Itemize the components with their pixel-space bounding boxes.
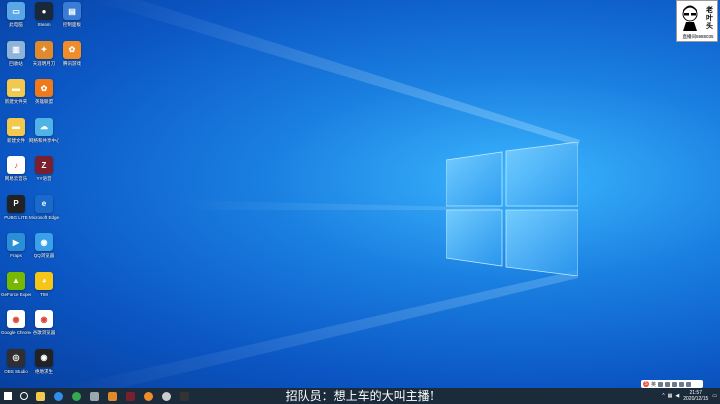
app-icon: ☁ [35, 117, 53, 136]
app-icon: ▬ [7, 117, 25, 136]
desktop-icon[interactable]: P PUBG LITE [2, 194, 30, 229]
desktop-icon[interactable]: ▭ 此电脑 [2, 2, 30, 36]
ime-toolbar[interactable]: S 英 [641, 380, 703, 388]
streamer-avatar: 老叶头 直播间5988035 [676, 0, 718, 42]
app-icon: ◉ [35, 310, 53, 328]
desktop-icon-label: 控制面板 [63, 22, 81, 27]
desktop-icon[interactable]: ◉ Google Chrome [1, 310, 31, 344]
stream-subtitle: 招队员：想上车的大叫主播! [285, 389, 435, 403]
desktop-icon[interactable]: ☁ 网络和共享中心 [29, 117, 59, 152]
desktop-icon[interactable]: ◉ 绝地求生 [30, 348, 58, 383]
desktop-icon-label: 回收站 [9, 60, 23, 66]
app-icon: P [7, 194, 25, 213]
ime-emoji-icon[interactable] [665, 381, 671, 387]
desktop-icon-label: 英雄联盟 [35, 99, 53, 104]
ime-punct-icon[interactable] [658, 381, 664, 387]
notification-icon[interactable]: ▭ [712, 393, 717, 399]
desktop-icon[interactable]: ✦ 天涯明月刀 [30, 40, 58, 75]
app-icon: e [35, 194, 53, 213]
desktop-icon[interactable]: ▥ 回收站 [2, 40, 30, 75]
desktop-icon-label: 绝地求生 [35, 368, 53, 374]
app-icon: ▶ [7, 233, 25, 251]
desktop-icon[interactable]: ▶ Fraps [2, 233, 30, 267]
app-icon: ▲ [7, 271, 25, 290]
desktop-icon-label: 新建文件夹 [4, 99, 28, 104]
desktop-icon[interactable]: ◎ OBS Studio [2, 348, 30, 383]
desktop-icon-label: YY语音 [36, 176, 52, 181]
app-icon: Z [35, 156, 53, 174]
desktop-icon-label: 网络和共享中心 [29, 137, 59, 143]
volume-icon[interactable]: ◀ [675, 393, 679, 399]
app-icon: ▥ [7, 40, 25, 59]
desktop-icon-label: 天涯明月刀 [32, 60, 56, 66]
desktop-icon[interactable]: ✿ 英雄联盟 [30, 79, 58, 113]
network-icon[interactable]: ▦ [668, 393, 673, 399]
sogou-icon[interactable]: S [643, 381, 649, 387]
app-icon: ✿ [35, 79, 53, 97]
app-icon: ✦ [35, 40, 53, 59]
app-icon: ◎ [7, 348, 25, 367]
desktop-icon[interactable]: ▲GeForce Experience [1, 271, 31, 306]
desktop-icon-label: Steam [37, 22, 51, 27]
clock-date: 2020/12/15 [683, 396, 709, 402]
ime-menu-icon[interactable] [686, 381, 692, 387]
desktop-icon[interactable]: ● Steam [30, 2, 58, 36]
streamer-name: 老叶头 [706, 7, 713, 30]
app-icon: ◉ [7, 310, 25, 328]
desktop-icon[interactable]: Z YY语音 [30, 156, 58, 190]
app-icon: ✿ [63, 40, 81, 59]
app-icon: ◉ [35, 233, 53, 251]
cartoon-face-icon [682, 5, 698, 31]
app-icon: ▭ [7, 2, 25, 20]
desktop-icon[interactable]: ▤ 控制面板 [58, 2, 86, 36]
desktop-icon-label: 此电脑 [9, 22, 23, 27]
desktop-icon[interactable]: ◕ TIM [30, 271, 58, 306]
desktop-icon[interactable]: ✿ 腾讯游戏 [58, 40, 86, 75]
tray-chevron-icon[interactable]: ^ [662, 393, 664, 399]
ime-mode[interactable]: 英 [651, 381, 656, 388]
desktop-icon[interactable]: ◉ QQ浏览器 [30, 233, 58, 267]
desktop-icon-label: PUBG LITE [4, 214, 28, 220]
system-tray: ^ ▦ ◀ 21:57 2020/12/15 ▭ [662, 388, 720, 404]
desktop-icon[interactable]: e Microsoft Edge [29, 194, 59, 229]
ime-keyboard-icon[interactable] [672, 381, 678, 387]
desktop-icon-label: OBS Studio [4, 368, 28, 374]
desktop-icon[interactable]: ▬ 新建文件夹 [2, 79, 30, 113]
clock[interactable]: 21:57 2020/12/15 [683, 390, 708, 402]
app-icon: ● [35, 2, 53, 20]
app-icon: ▤ [63, 2, 81, 20]
desktop-icon-label: 谷歌浏览器 [32, 330, 56, 335]
desktop-icon-label: QQ浏览器 [33, 253, 55, 258]
desktop-icon[interactable]: ♪ 网易云音乐 [2, 156, 30, 190]
desktop-icon-label: 网易云音乐 [4, 176, 28, 181]
app-icon: ▬ [7, 79, 25, 97]
desktop-icon-label: Google Chrome [1, 330, 31, 335]
app-icon: ◕ [35, 271, 53, 290]
desktop-icon-label: 腾讯游戏 [63, 60, 81, 66]
desktop: ▭ 此电脑 ● Steam ▤ 控制面板 ▥ 回收站 ✦ 天涯明月刀 ✿ 腾讯游戏 ▬ 新建文件夹 ✿ 英雄联… [0, 0, 720, 388]
desktop-icon-label: Fraps [10, 253, 22, 258]
desktop-icon[interactable]: ◉ 谷歌浏览器 [30, 310, 58, 344]
desktop-icon[interactable]: ▬ 新建文件 [2, 117, 30, 152]
streamer-id: 直播间5988035 [682, 34, 714, 39]
app-icon: ♪ [7, 156, 25, 174]
app-icon: ◉ [35, 348, 53, 367]
desktop-icon-label: GeForce Experience [1, 291, 31, 297]
desktop-icon-label: TIM [40, 291, 48, 297]
windows-logo [446, 142, 578, 276]
desktop-icon-label: Microsoft Edge [29, 214, 59, 220]
desktop-icon-label: 新建文件 [7, 137, 25, 143]
light-beams [60, 0, 580, 388]
ime-skin-icon[interactable] [679, 381, 685, 387]
